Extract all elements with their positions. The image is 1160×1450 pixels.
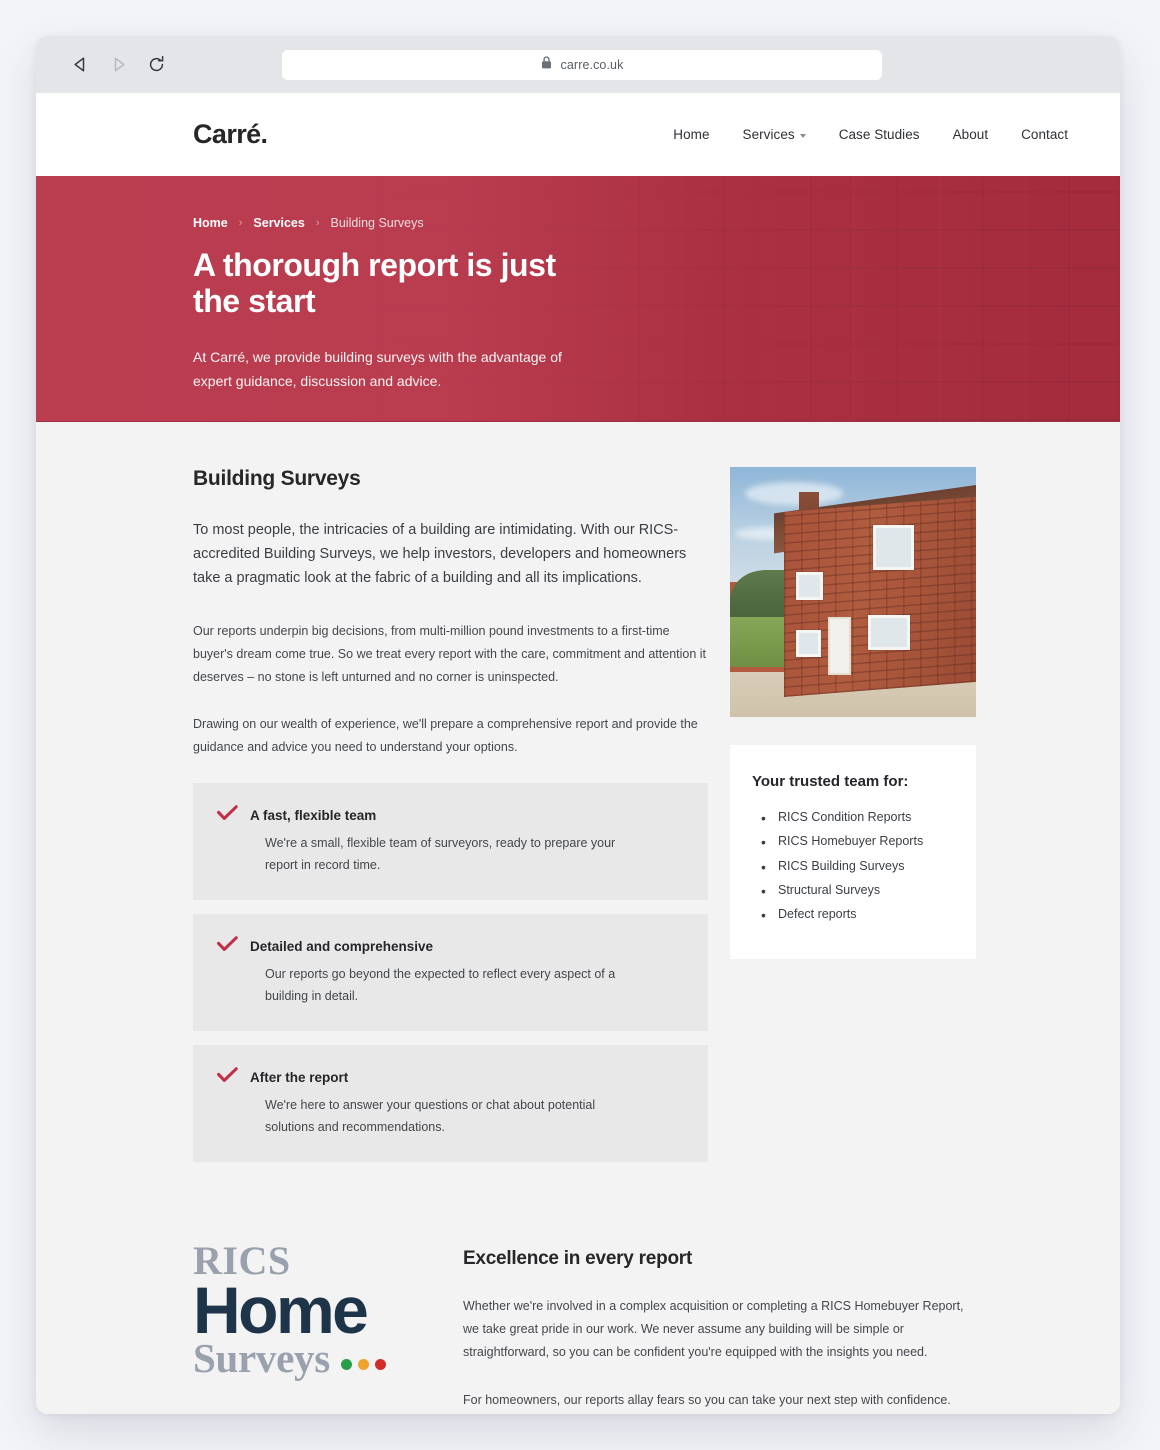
excellence-title: Excellence in every report xyxy=(463,1248,693,1270)
list-item: Structural Surveys xyxy=(752,880,948,902)
check-icon xyxy=(217,1067,238,1088)
browser-window: carre.co.uk Carré. Home Services Case St… xyxy=(36,36,1120,1414)
feature-card: A fast, flexible team We're a small, fle… xyxy=(193,783,708,901)
forward-arrow-icon[interactable] xyxy=(104,51,132,79)
address-bar[interactable]: carre.co.uk xyxy=(282,49,882,80)
nav-item-case-studies[interactable]: Case Studies xyxy=(839,127,920,142)
feature-description: We're here to answer your questions or c… xyxy=(265,1098,596,1134)
feature-card: After the report We're here to answer yo… xyxy=(193,1045,708,1163)
breadcrumb-item-current: Building Surveys xyxy=(330,216,424,230)
nav-item-home[interactable]: Home xyxy=(673,127,709,142)
reload-icon[interactable] xyxy=(142,51,170,79)
list-item: RICS Building Surveys xyxy=(752,856,948,878)
nav-item-contact-label: Contact xyxy=(1021,127,1068,142)
dot-red xyxy=(374,1359,386,1371)
list-item: RICS Homebuyer Reports xyxy=(752,831,948,853)
trusted-team-list: RICS Condition Reports RICS Homebuyer Re… xyxy=(752,807,948,926)
browser-toolbar: carre.co.uk xyxy=(36,36,1120,93)
dot-green xyxy=(340,1359,352,1371)
nav-item-services-label: Services xyxy=(742,127,795,142)
chevron-down-icon xyxy=(799,133,806,138)
trusted-team-card: Your trusted team for: RICS Condition Re… xyxy=(730,745,976,960)
main-navigation: Home Services Case Studies About Contact xyxy=(673,127,1068,142)
trusted-team-title: Your trusted team for: xyxy=(752,773,909,790)
nav-item-services[interactable]: Services xyxy=(743,127,806,142)
brick-cottage-photo xyxy=(730,467,976,717)
rics-logo-middle-text: Home xyxy=(193,1273,369,1348)
list-item: Defect reports xyxy=(752,904,948,926)
nav-item-home-label: Home xyxy=(673,127,710,142)
breadcrumb-item-home[interactable]: Home xyxy=(193,216,228,230)
breadcrumb-item-services[interactable]: Services xyxy=(253,216,304,230)
hero-banner: Home › Services › Building Surveys A tho… xyxy=(36,176,1120,422)
rics-logo-dots xyxy=(340,1359,386,1379)
intro-paragraph: To most people, the intricacies of a bui… xyxy=(193,522,687,587)
feature-card: Detailed and comprehensive Our reports g… xyxy=(193,914,708,1032)
hero-title: A thorough report is just the start xyxy=(193,247,556,320)
excellence-paragraph-1: Whether we're involved in a complex acqu… xyxy=(463,1299,964,1360)
rics-home-surveys-logo: RICS Home Surveys xyxy=(193,1234,413,1414)
page-content: Building Surveys To most people, the int… xyxy=(36,422,1120,1414)
url-text: carre.co.uk xyxy=(560,57,624,72)
nav-item-about[interactable]: About xyxy=(953,127,989,142)
feature-title: After the report xyxy=(250,1070,349,1086)
breadcrumb: Home › Services › Building Surveys xyxy=(193,216,1120,230)
logo-carre[interactable]: Carré. xyxy=(193,119,268,150)
breadcrumb-separator-icon: › xyxy=(315,217,320,229)
dot-amber xyxy=(357,1359,369,1371)
back-arrow-icon[interactable] xyxy=(66,51,94,79)
nav-item-case-studies-label: Case Studies xyxy=(838,127,920,142)
list-item: RICS Condition Reports xyxy=(752,807,948,829)
check-icon xyxy=(217,936,238,957)
sidebar-column: Your trusted team for: RICS Condition Re… xyxy=(730,467,1120,1176)
excellence-paragraph-2: For homeowners, our reports allay fears … xyxy=(463,1392,951,1407)
page-title: Building Surveys xyxy=(193,467,361,490)
site-header: Carré. Home Services Case Studies About … xyxy=(36,93,1120,176)
nav-item-about-label: About xyxy=(952,127,989,142)
lock-icon xyxy=(541,55,552,74)
feature-description: Our reports go beyond the expected to re… xyxy=(265,967,616,1003)
feature-description: We're a small, flexible team of surveyor… xyxy=(265,836,616,872)
check-icon xyxy=(217,805,238,826)
feature-title: A fast, flexible team xyxy=(250,808,377,824)
nav-item-contact[interactable]: Contact xyxy=(1021,127,1068,142)
excellence-section: RICS Home Surveys Excellence in every re… xyxy=(36,1176,1120,1414)
excellence-text-column: Excellence in every report Whether we're… xyxy=(463,1234,968,1414)
main-column: Building Surveys To most people, the int… xyxy=(193,467,708,1176)
breadcrumb-separator-icon: › xyxy=(238,217,243,229)
body-paragraph-1: Our reports underpin big decisions, from… xyxy=(193,623,707,684)
feature-list: A fast, flexible team We're a small, fle… xyxy=(193,783,708,1163)
body-paragraph-2: Drawing on our wealth of experience, we'… xyxy=(193,716,698,755)
browser-nav-buttons xyxy=(66,51,170,79)
hero-subtitle: At Carré, we provide building surveys wi… xyxy=(193,349,562,390)
feature-title: Detailed and comprehensive xyxy=(250,939,434,955)
rics-logo-bottom-text: Surveys xyxy=(193,1335,330,1382)
